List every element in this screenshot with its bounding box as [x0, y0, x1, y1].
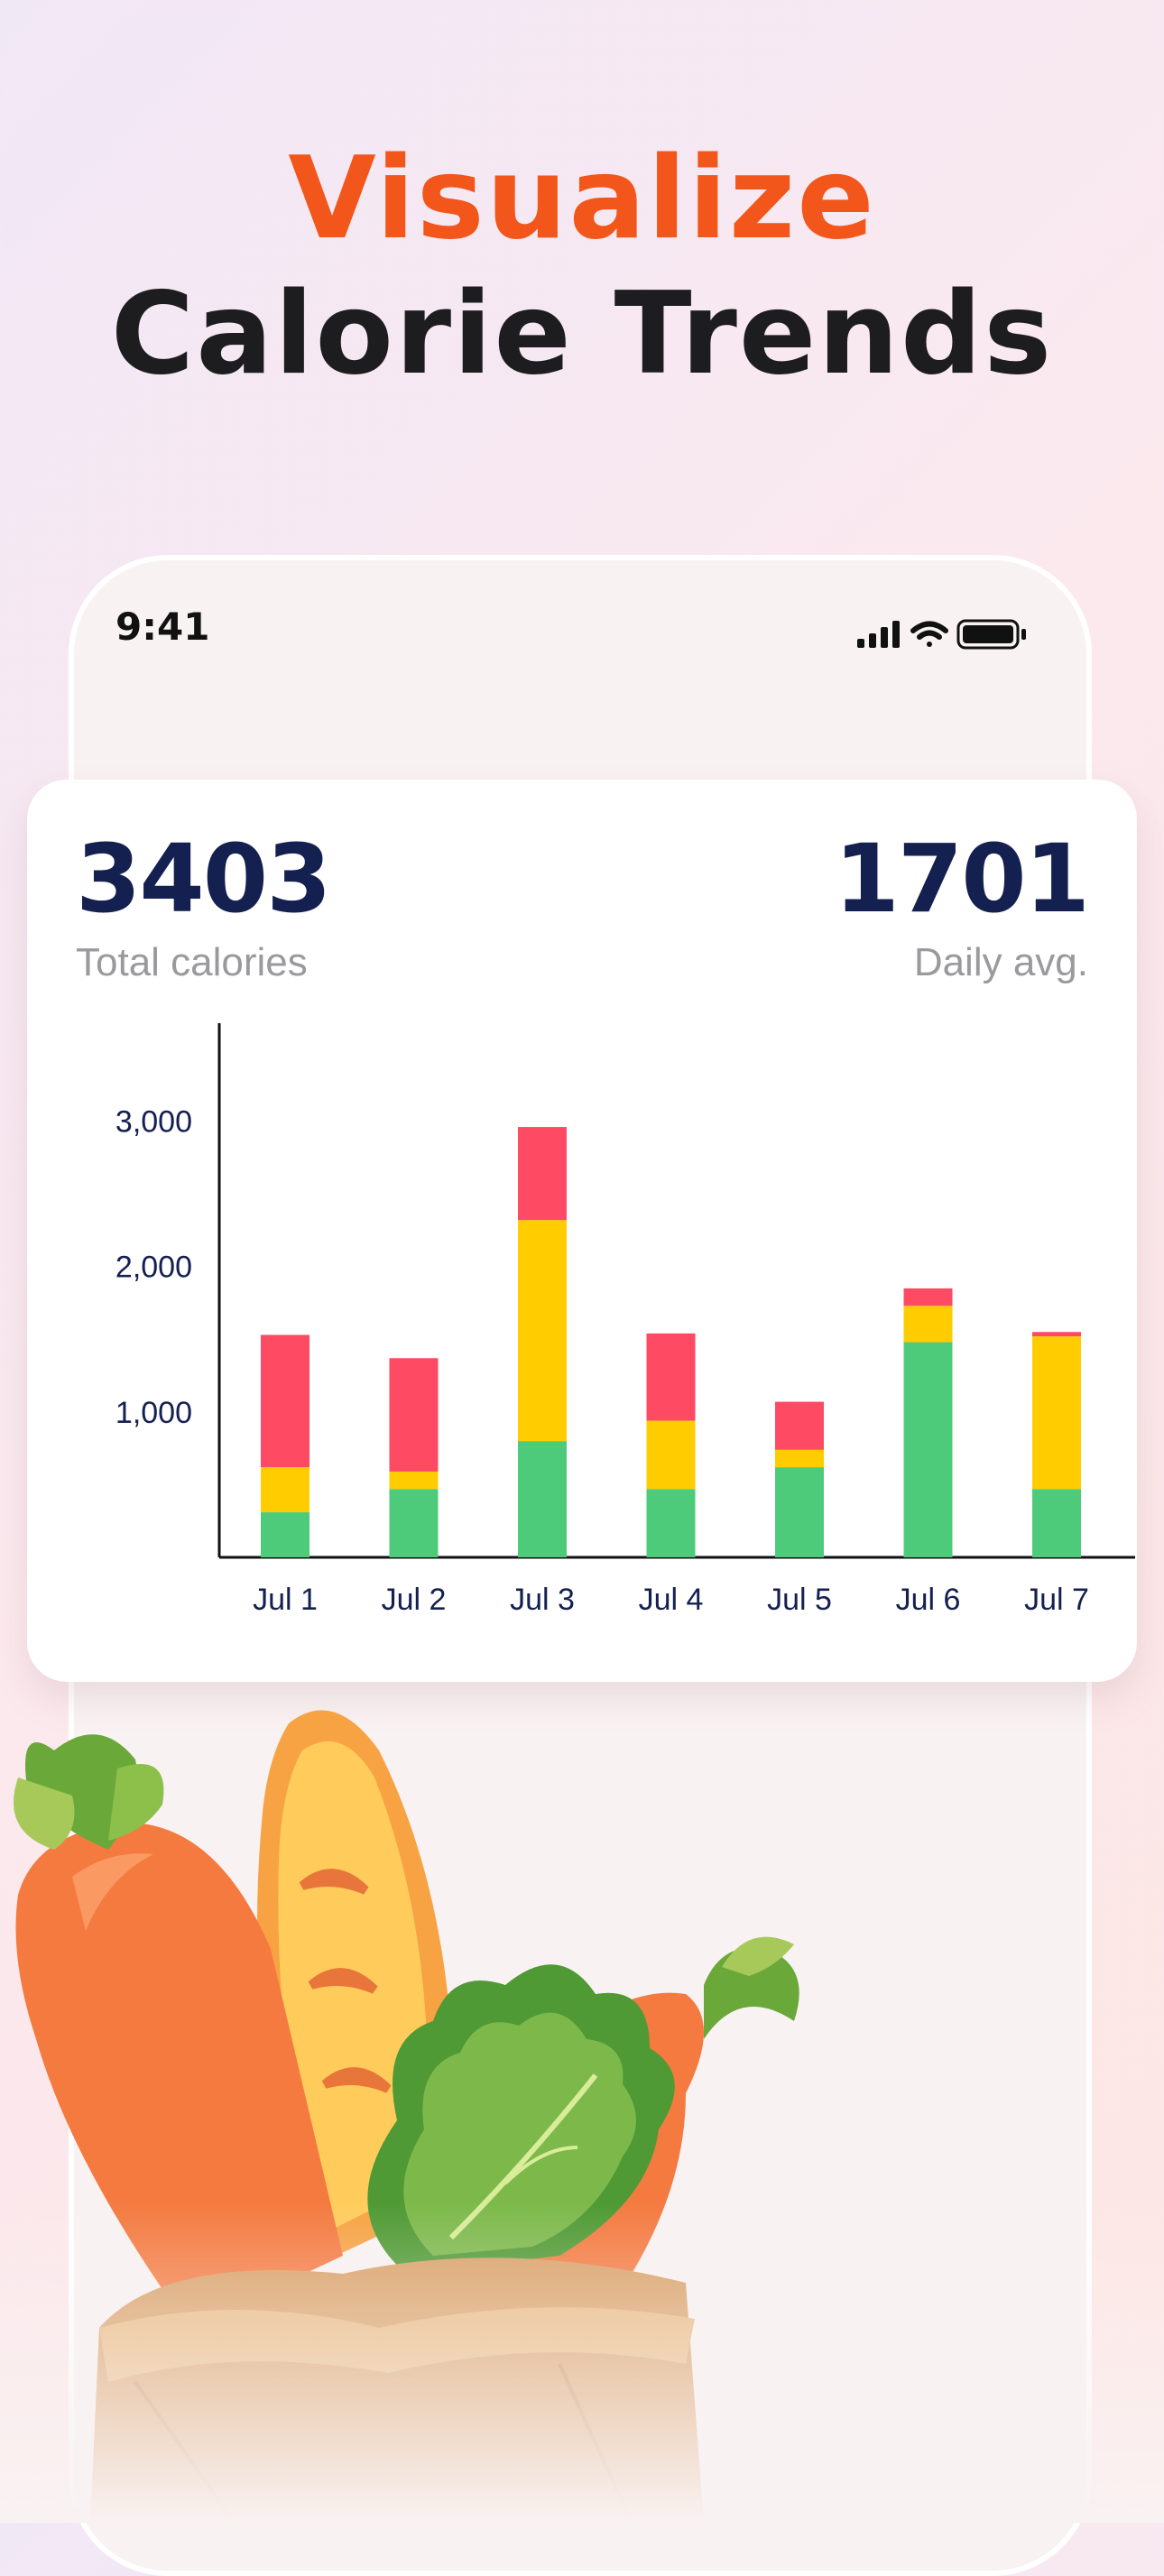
grocery-bag-illustration [0, 1710, 1164, 2523]
bar-segment [389, 1489, 439, 1557]
bar-segment [903, 1288, 953, 1306]
bar-segment [775, 1449, 824, 1468]
x-tick-label: Jul 6 [896, 1583, 961, 1617]
x-tick-label: Jul 1 [253, 1583, 318, 1617]
bar-segment [646, 1333, 696, 1421]
bar-segment [1032, 1489, 1081, 1557]
battery-icon [956, 619, 1026, 650]
bar-segment [261, 1512, 309, 1557]
bar-segment [775, 1467, 824, 1557]
wifi-icon [910, 621, 948, 647]
bar-segment [1032, 1332, 1081, 1337]
bar-segment [518, 1441, 567, 1557]
x-tick-label: Jul 3 [510, 1583, 575, 1617]
bar-segment [903, 1342, 953, 1557]
bar-segment [1032, 1336, 1081, 1490]
y-tick-label: 3,000 [115, 1105, 192, 1140]
calorie-summary-card: 3403 Total calories 1701 Daily avg. 1,00… [27, 780, 1137, 1682]
bar-segment [518, 1220, 567, 1442]
y-tick-label: 2,000 [115, 1251, 192, 1285]
bar-segment [646, 1420, 696, 1490]
headline-line-1: Visualize [288, 132, 876, 264]
calorie-bar-chart: 1,000 2,000 3,000 Jul 1 Jul 2 Jul 3 Jul 4 Jul 5… [115, 1023, 1135, 1617]
status-time: 9:41 [115, 605, 210, 649]
x-tick-label: Jul 4 [639, 1583, 704, 1617]
x-tick-label: Jul 5 [767, 1583, 832, 1617]
bar-segment [903, 1306, 953, 1343]
bar-segment [775, 1401, 824, 1450]
bar-segment [389, 1471, 439, 1490]
bar-segment [261, 1334, 309, 1468]
headline: Visualize Calorie Trends [0, 131, 1164, 402]
bar-segment [389, 1358, 439, 1472]
headline-line-2: Calorie Trends [110, 267, 1054, 400]
x-tick-label: Jul 2 [382, 1583, 447, 1617]
bar-segment [261, 1467, 309, 1513]
status-icons [857, 619, 1026, 650]
bar-segment [518, 1127, 567, 1221]
bar-segment [646, 1489, 696, 1557]
x-tick-label: Jul 7 [1024, 1583, 1089, 1617]
cellular-signal-icon [857, 621, 900, 648]
y-tick-label: 1,000 [115, 1396, 192, 1430]
